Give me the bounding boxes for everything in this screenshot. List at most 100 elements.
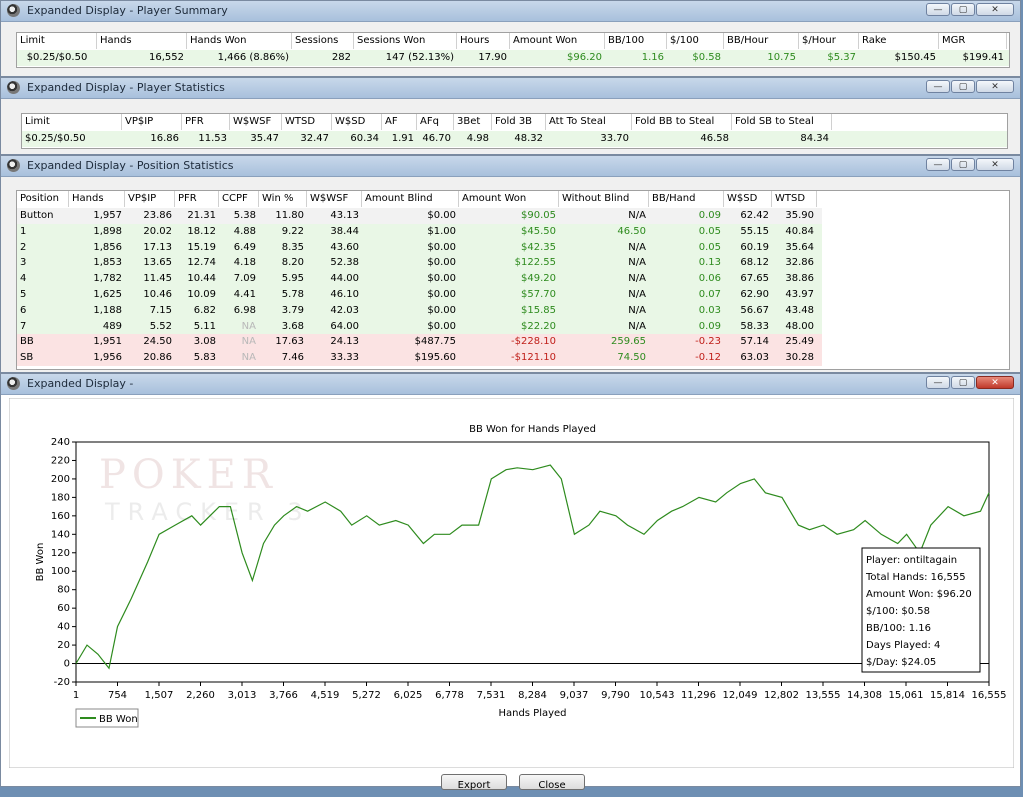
export-button[interactable]: Export: [441, 774, 507, 791]
summary-col-header-4[interactable]: Sessions Won: [354, 33, 457, 49]
position-col-header-3[interactable]: PFR: [175, 191, 219, 207]
player-info-line: Days Played: 4: [866, 640, 940, 651]
position-cell-4: 4.41: [233, 289, 256, 300]
close-icon[interactable]: ✕: [976, 3, 1014, 16]
maximize-icon[interactable]: ▢: [951, 80, 975, 93]
close-icon[interactable]: ✕: [976, 158, 1014, 171]
table-row[interactable]: BB 1,951 24.50 3.08 NA 17.63 24.13 $487.75 -$228…: [17, 334, 822, 351]
position-cell-3: 12.74: [187, 257, 216, 269]
position-cell-4: 7.09: [233, 273, 256, 285]
close-button[interactable]: Close: [519, 774, 585, 791]
summary-col-header-10[interactable]: $/Hour: [799, 33, 859, 49]
position-cell-2: 24.50: [143, 336, 172, 348]
maximize-icon[interactable]: ▢: [951, 3, 975, 16]
stats-col-header-0[interactable]: Limit: [22, 114, 122, 130]
summary-col-header-9[interactable]: BB/Hour: [724, 33, 799, 49]
position-col-header-2[interactable]: VP$IP: [125, 191, 175, 207]
position-cell-5: 3.68: [281, 320, 304, 332]
position-cell-12: 40.84: [785, 225, 814, 237]
position-col-header-4[interactable]: CCPF: [219, 191, 259, 207]
maximize-icon[interactable]: ▢: [951, 158, 975, 171]
table-row[interactable]: 4 1,782 11.45 10.44 7.09 5.95 44.00 $0.00 $49.20…: [17, 271, 822, 288]
close-icon[interactable]: ✕: [976, 376, 1014, 389]
summary-cell-10: $5.37: [827, 52, 856, 63]
stats-col-header-12[interactable]: Fold SB to Steal: [732, 114, 832, 130]
table-row[interactable]: 7 489 5.52 5.11 NA 3.68 64.00 $0.00 $22.20 N/A 0.0…: [17, 318, 822, 335]
summary-col-header-12[interactable]: MGR: [939, 33, 1007, 49]
stats-col-header-9[interactable]: Fold 3B: [492, 114, 546, 130]
stats-col-header-11[interactable]: Fold BB to Steal: [632, 114, 732, 130]
stats-table: Limit VP$IP PFR W$WSF WTSD W$SD AF AFq 3Bet Fold …: [21, 113, 1008, 149]
minimize-icon[interactable]: —: [926, 376, 950, 389]
position-cell-11: 62.90: [740, 289, 769, 300]
position-cell-6: 52.38: [330, 257, 359, 269]
summary-col-header-7[interactable]: BB/100: [605, 33, 667, 49]
position-cell-0: BB: [20, 336, 34, 348]
position-col-header-8[interactable]: Amount Won: [459, 191, 559, 207]
position-col-header-0[interactable]: Position: [17, 191, 69, 207]
table-row[interactable]: Button 1,957 23.86 21.31 5.38 11.80 43.13 $0.00…: [17, 208, 822, 224]
stats-col-header-7[interactable]: AFq: [417, 114, 454, 130]
x-tick-label: 10,543: [640, 690, 675, 701]
position-cell-12: 38.86: [785, 273, 814, 285]
summary-col-header-0[interactable]: Limit: [17, 33, 97, 49]
stats-data-row[interactable]: $0.25/$0.50 16.86 11.53 35.47 32.47 60.34 1.91…: [22, 131, 1007, 147]
chart-title: BB Won for Hands Played: [469, 424, 596, 435]
stats-col-header-3[interactable]: W$WSF: [230, 114, 282, 130]
poker-tracker-icon: [7, 159, 20, 172]
stats-col-header-8[interactable]: 3Bet: [454, 114, 492, 130]
summary-col-header-2[interactable]: Hands Won: [187, 33, 292, 49]
minimize-icon[interactable]: —: [926, 3, 950, 16]
position-col-header-7[interactable]: Amount Blind: [362, 191, 459, 207]
position-col-header-11[interactable]: W$SD: [724, 191, 772, 207]
summary-titlebar[interactable]: Expanded Display - Player Summary — ▢ ✕: [1, 1, 1020, 22]
position-cell-5: 3.79: [281, 304, 304, 316]
position-col-header-1[interactable]: Hands: [69, 191, 125, 207]
stats-col-header-4[interactable]: WTSD: [282, 114, 332, 130]
summary-col-header-3[interactable]: Sessions: [292, 33, 354, 49]
position-cell-3: 3.08: [193, 336, 216, 348]
maximize-icon[interactable]: ▢: [951, 376, 975, 389]
stats-cell-7: 46.70: [422, 133, 451, 144]
stats-titlebar[interactable]: Expanded Display - Player Statistics — ▢…: [1, 78, 1020, 99]
table-row[interactable]: 3 1,853 13.65 12.74 4.18 8.20 52.38 $0.00 $122.5…: [17, 255, 822, 272]
position-col-header-6[interactable]: W$WSF: [307, 191, 362, 207]
position-col-header-9[interactable]: Without Blind: [559, 191, 649, 207]
summary-title: Expanded Display - Player Summary: [27, 4, 228, 17]
table-row[interactable]: 6 1,188 7.15 6.82 6.98 3.79 42.03 $0.00 $15.85 N/…: [17, 302, 822, 319]
minimize-icon[interactable]: —: [926, 158, 950, 171]
minimize-icon[interactable]: —: [926, 80, 950, 93]
stats-col-header-1[interactable]: VP$IP: [122, 114, 182, 130]
player-info-line: $/100: $0.58: [866, 606, 930, 617]
stats-col-header-5[interactable]: W$SD: [332, 114, 382, 130]
table-row[interactable]: 5 1,625 10.46 10.09 4.41 5.78 46.10 $0.00 $57.70…: [17, 287, 822, 303]
position-col-header-12[interactable]: WTSD: [772, 191, 817, 207]
position-cell-12: 25.49: [785, 336, 814, 348]
table-row[interactable]: 1 1,898 20.02 18.12 4.88 9.22 38.44 $1.00 $45.50…: [17, 223, 822, 240]
position-cell-9: N/A: [628, 257, 646, 269]
close-icon[interactable]: ✕: [976, 80, 1014, 93]
stats-title: Expanded Display - Player Statistics: [27, 81, 225, 94]
stats-col-header-6[interactable]: AF: [382, 114, 417, 130]
summary-data-row[interactable]: $0.25/$0.50 16,552 1,466 (8.86%) 282 147 (52…: [17, 50, 1009, 66]
summary-cell-11: $150.45: [894, 52, 936, 63]
position-col-header-5[interactable]: Win %: [259, 191, 307, 207]
table-row[interactable]: 2 1,856 17.13 15.19 6.49 8.35 43.60 $0.00 $42.35…: [17, 239, 822, 256]
position-col-header-10[interactable]: BB/Hand: [649, 191, 724, 207]
position-cell-5: 5.95: [281, 273, 304, 285]
stats-col-header-10[interactable]: Att To Steal: [546, 114, 632, 130]
legend-label: BB Won: [99, 714, 138, 725]
position-titlebar[interactable]: Expanded Display - Position Statistics —…: [1, 156, 1020, 177]
summary-col-header-11[interactable]: Rake: [859, 33, 939, 49]
summary-col-header-1[interactable]: Hands: [97, 33, 187, 49]
graph-titlebar[interactable]: Expanded Display - — ▢ ✕: [1, 374, 1020, 395]
table-row[interactable]: SB 1,956 20.86 5.83 NA 7.46 33.33 $195.60 -$121.…: [17, 350, 822, 367]
y-tick-label: -20: [54, 677, 70, 688]
summary-col-header-6[interactable]: Amount Won: [510, 33, 605, 49]
position-cell-0: 6: [20, 304, 27, 316]
position-cell-4: 5.38: [233, 210, 256, 221]
y-axis-label: BB Won: [35, 543, 46, 582]
summary-col-header-5[interactable]: Hours: [457, 33, 510, 49]
summary-col-header-8[interactable]: $/100: [667, 33, 724, 49]
stats-col-header-2[interactable]: PFR: [182, 114, 230, 130]
